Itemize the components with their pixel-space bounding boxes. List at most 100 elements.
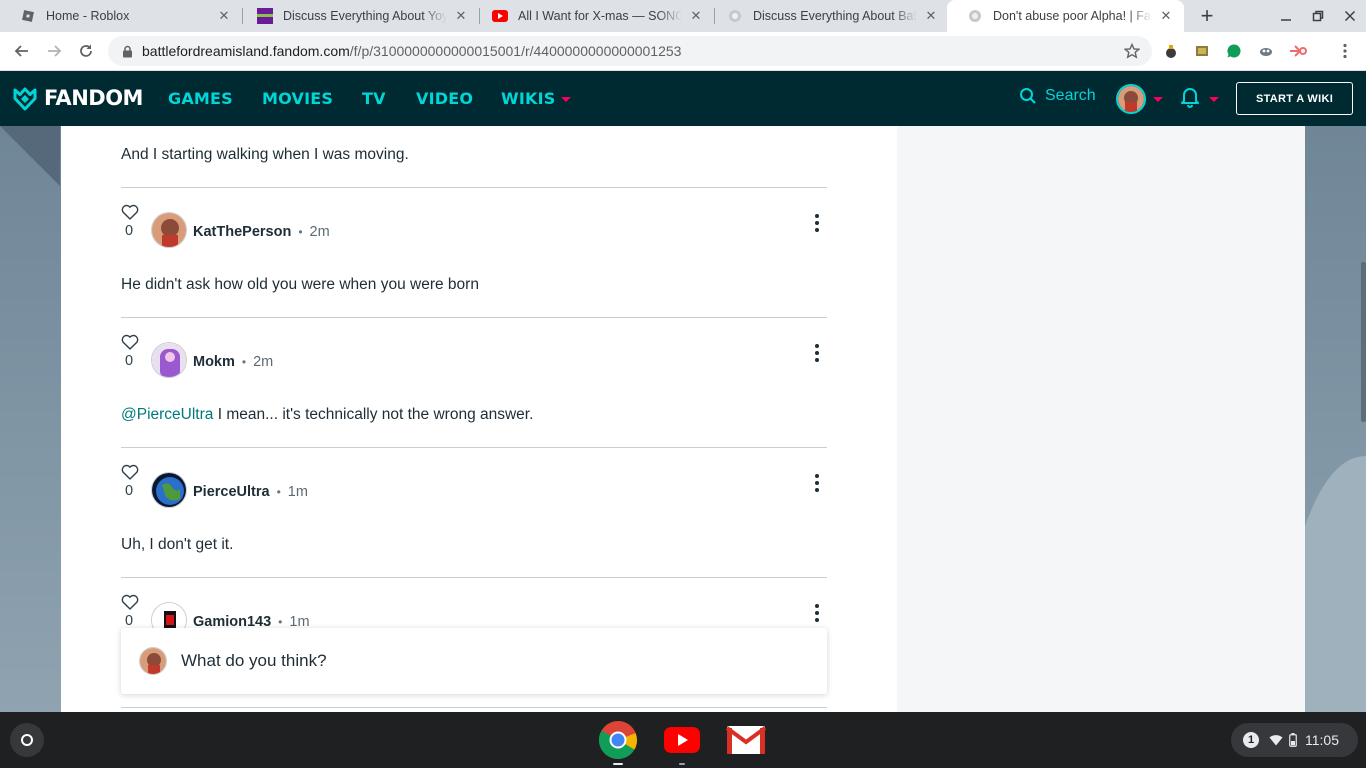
close-icon[interactable]: ✕ — [923, 8, 939, 24]
nav-games[interactable]: GAMES — [168, 89, 233, 108]
notifications-bell-icon[interactable] — [1180, 86, 1200, 108]
username-link[interactable]: KatThePerson — [193, 224, 291, 240]
avatar[interactable] — [151, 342, 187, 378]
reply-time: 2m — [253, 354, 274, 370]
page-scrollbar[interactable] — [1361, 262, 1366, 422]
minimize-icon[interactable] — [1276, 6, 1296, 26]
extension-scroll-icon[interactable] — [1193, 42, 1211, 60]
user-menu-caret-icon[interactable] — [1153, 97, 1163, 102]
extension-green-icon[interactable] — [1225, 42, 1243, 60]
like-count: 0 — [125, 483, 134, 499]
forward-button[interactable] — [42, 39, 66, 63]
extension-bomb-icon[interactable] — [1162, 42, 1180, 60]
fandom-heart-icon — [13, 87, 37, 111]
address-bar[interactable]: battlefordreamisland.fandom.com/f/p/3100… — [108, 36, 1152, 66]
heart-icon[interactable] — [121, 334, 139, 350]
arrow-left-icon — [14, 45, 28, 57]
tab-discuss-battle[interactable]: Discuss Everything About Battle ✕ — [707, 0, 949, 32]
discussion-thread: And I starting walking when I was moving… — [61, 126, 897, 712]
reply-meta: Mokm • 2m — [193, 354, 273, 370]
restore-icon[interactable] — [1308, 6, 1328, 26]
lock-icon[interactable] — [120, 44, 134, 58]
launcher-icon — [21, 734, 33, 746]
url-text: battlefordreamisland.fandom.com/f/p/3100… — [142, 43, 681, 59]
new-tab-button[interactable]: + — [1196, 3, 1218, 28]
notifications-caret-icon[interactable] — [1209, 97, 1219, 102]
reply-text: Uh, I don't get it. — [121, 536, 234, 553]
search-button[interactable]: Search — [1019, 87, 1096, 105]
gmail-icon[interactable] — [726, 720, 766, 760]
tab-title: Home - Roblox — [46, 9, 130, 23]
nav-wikis-label: WIKIS — [501, 89, 556, 108]
tab-alpha-active[interactable]: Don't abuse poor Alpha! | Fandom ✕ — [947, 0, 1184, 32]
fandom-site-icon — [967, 8, 983, 24]
roblox-icon — [20, 8, 36, 24]
extension-character-icon[interactable] — [1257, 42, 1275, 60]
like-count: 0 — [125, 223, 134, 239]
wifi-icon — [1269, 735, 1283, 746]
reload-icon — [80, 44, 92, 57]
separator-dot: • — [278, 615, 283, 629]
nav-movies[interactable]: MOVIES — [262, 89, 333, 108]
close-window-icon[interactable] — [1340, 6, 1360, 26]
browser-menu-icon[interactable] — [1336, 42, 1354, 60]
reply-item: 0 Mokm • 2m @PierceUltra I mean... it's … — [121, 317, 827, 447]
heart-icon[interactable] — [121, 594, 139, 610]
reply-body-text: I mean... it's technically not the wrong… — [213, 406, 534, 423]
reply-text: And I starting walking when I was moving… — [121, 146, 409, 163]
chromeos-shelf: 1 11:05 — [0, 712, 1366, 768]
notification-count-badge: 1 — [1243, 732, 1259, 748]
more-options-icon[interactable] — [813, 212, 821, 234]
tab-youtube-song[interactable]: All I Want for X-mas — SONG by ✕ — [472, 0, 714, 32]
extension-arrow-icon[interactable] — [1289, 42, 1307, 60]
url-host: battlefordreamisland.fandom.com — [142, 43, 350, 59]
separator-dot: • — [298, 225, 303, 239]
mention-link[interactable]: @PierceUltra — [121, 406, 213, 423]
battery-icon — [1289, 733, 1297, 747]
running-indicator — [613, 763, 623, 765]
launcher-button[interactable] — [10, 723, 44, 757]
fandom-logo-text: FANDOM — [44, 86, 143, 110]
username-link[interactable]: PierceUltra — [193, 484, 270, 500]
search-label: Search — [1045, 87, 1096, 104]
heart-icon[interactable] — [121, 204, 139, 220]
reply-composer[interactable]: What do you think? — [121, 628, 827, 694]
reply-time: 2m — [309, 224, 330, 240]
avatar[interactable] — [151, 472, 187, 508]
close-icon[interactable]: ✕ — [453, 8, 469, 24]
youtube-icon[interactable] — [662, 720, 702, 760]
start-a-wiki-button[interactable]: START A WIKI — [1236, 82, 1353, 115]
bookmark-star-icon[interactable] — [1124, 43, 1140, 59]
close-icon[interactable]: ✕ — [216, 8, 232, 24]
more-options-icon[interactable] — [813, 602, 821, 624]
back-button[interactable] — [10, 39, 34, 63]
fandom-global-nav: FANDOM GAMES MOVIES TV VIDEO WIKIS Searc… — [0, 71, 1366, 126]
nav-video[interactable]: VIDEO — [416, 89, 473, 108]
right-rail — [897, 126, 1305, 712]
more-options-icon[interactable] — [813, 472, 821, 494]
tab-yoylecake[interactable]: Discuss Everything About Yoylecake ✕ — [237, 0, 479, 32]
close-icon[interactable]: ✕ — [1158, 8, 1174, 24]
nav-wikis[interactable]: WIKIS — [501, 89, 572, 108]
browser-toolbar: battlefordreamisland.fandom.com/f/p/3100… — [0, 32, 1366, 71]
avatar[interactable] — [151, 212, 187, 248]
fandom-logo[interactable]: FANDOM — [12, 84, 143, 112]
nav-tv[interactable]: TV — [362, 89, 386, 108]
status-tray[interactable]: 1 11:05 — [1231, 723, 1358, 757]
divider — [121, 707, 827, 708]
chrome-icon[interactable] — [598, 720, 638, 760]
reply-time: 1m — [287, 484, 308, 500]
separator-dot: • — [276, 485, 281, 499]
username-link[interactable]: Mokm — [193, 354, 235, 370]
reply-meta: PierceUltra • 1m — [193, 484, 308, 500]
more-options-icon[interactable] — [813, 342, 821, 364]
user-avatar[interactable] — [1116, 84, 1146, 114]
reply-meta: KatThePerson • 2m — [193, 224, 330, 240]
reply-text: He didn't ask how old you were when you … — [121, 276, 479, 293]
reload-button[interactable] — [74, 39, 98, 63]
youtube-icon — [492, 8, 508, 24]
close-icon[interactable]: ✕ — [688, 8, 704, 24]
heart-icon[interactable] — [121, 464, 139, 480]
arrow-right-icon — [48, 45, 62, 57]
tab-roblox[interactable]: Home - Roblox ✕ — [0, 0, 242, 32]
